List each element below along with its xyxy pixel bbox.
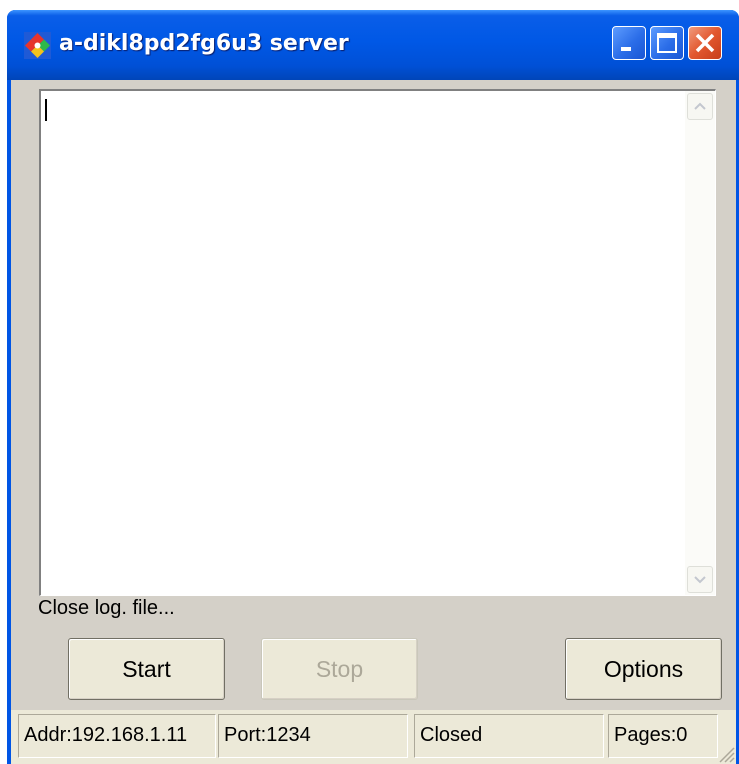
status-connection: Closed <box>414 714 604 758</box>
server-window: a-dikl8pd2fg6u3 server Close log. file..… <box>7 10 739 764</box>
maximize-icon <box>657 33 677 53</box>
log-textarea[interactable] <box>39 89 716 596</box>
chevron-down-icon <box>694 576 706 584</box>
resize-grip-icon[interactable] <box>714 742 736 764</box>
scroll-up-button[interactable] <box>687 93 713 120</box>
status-bar: Addr:192.168.1.11 Port:1234 Closed Pages… <box>11 710 736 764</box>
title-bar[interactable]: a-dikl8pd2fg6u3 server <box>7 10 739 80</box>
close-icon <box>695 33 715 53</box>
status-message: Close log. file... <box>38 597 175 619</box>
scroll-down-button[interactable] <box>687 566 713 593</box>
window-title: a-dikl8pd2fg6u3 server <box>59 31 349 56</box>
options-button[interactable]: Options <box>565 638 722 700</box>
start-button[interactable]: Start <box>68 638 225 700</box>
text-caret <box>45 99 47 121</box>
maximize-button[interactable] <box>650 26 684 60</box>
status-address: Addr:192.168.1.11 <box>18 714 216 758</box>
status-pages: Pages:0 <box>608 714 718 758</box>
client-area: Close log. file... Start Stop Options Ad… <box>11 80 736 764</box>
close-button[interactable] <box>688 26 722 60</box>
status-port: Port:1234 <box>218 714 408 758</box>
chevron-up-icon <box>694 102 706 110</box>
server-app-icon[interactable] <box>24 32 51 59</box>
minimize-icon <box>621 47 631 51</box>
minimize-button[interactable] <box>612 26 646 60</box>
log-scrollbar[interactable] <box>685 91 715 595</box>
stop-button[interactable]: Stop <box>261 638 418 700</box>
